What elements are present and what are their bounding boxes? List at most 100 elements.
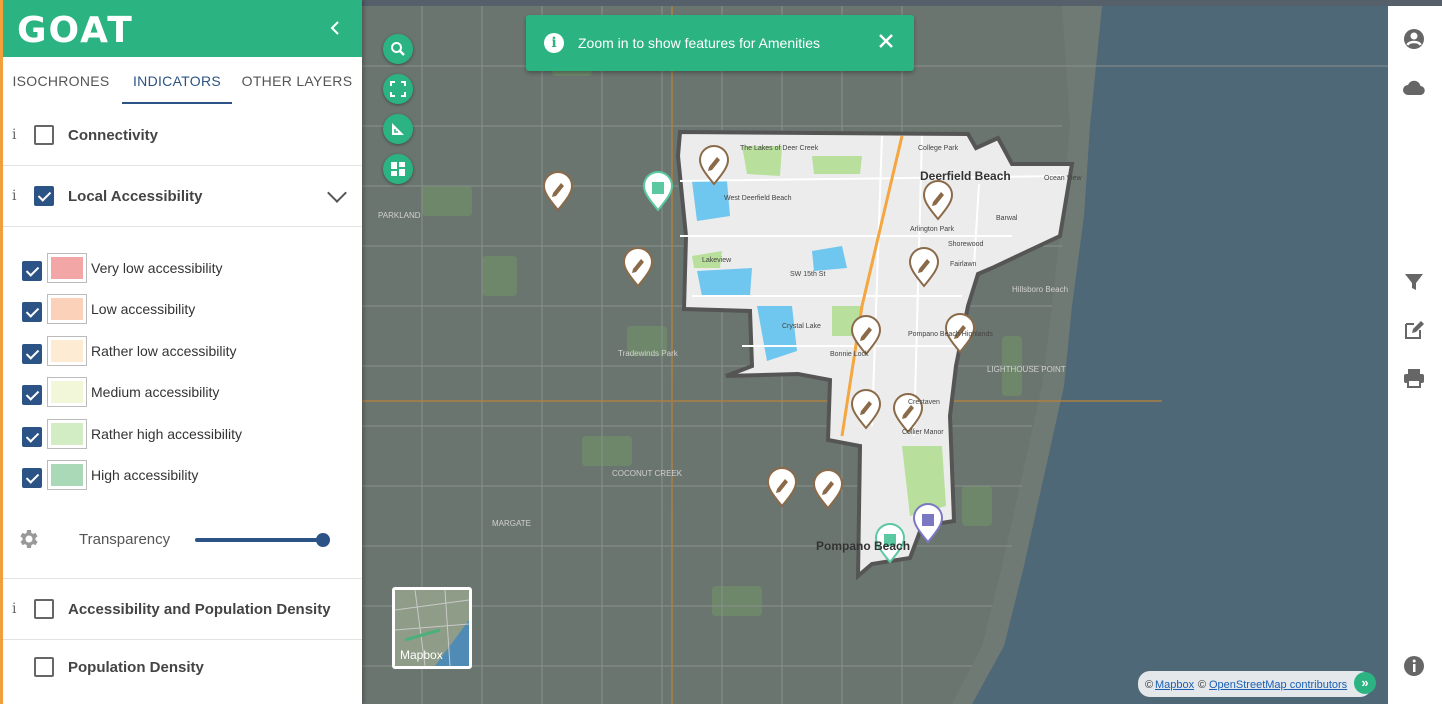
legend-swatch [47,294,87,324]
mapbox-link[interactable]: Mapbox [1155,679,1194,691]
fullscreen-button[interactable] [383,74,413,104]
layer-label-pop-density: Population Density [68,659,204,676]
fullscreen-icon [390,81,406,97]
svg-text:Bonnie Lock: Bonnie Lock [830,351,869,358]
local-accessibility-checkbox[interactable] [34,186,54,206]
map-label-pompano: Pompano Beach [816,539,910,553]
edit-icon[interactable] [1402,318,1426,342]
info-toast: i Zoom in to show features for Amenities [526,15,914,71]
search-icon [391,42,405,56]
legend-swatch [47,419,87,449]
account-icon[interactable] [1402,27,1426,51]
poi-marker-pencil-icon[interactable] [542,171,574,212]
poi-marker-health-icon[interactable] [642,171,674,212]
svg-text:Lakeview: Lakeview [702,257,732,264]
legend-item: High accessibility [0,460,362,496]
legend-swatch [47,336,87,366]
info-icon[interactable]: i [12,127,16,143]
info-icon[interactable]: i [12,601,16,617]
legend-item: Rather low accessibility [0,336,362,372]
transparency-slider-thumb[interactable] [316,533,330,547]
legend-checkbox[interactable] [22,427,42,447]
map-layers-button[interactable] [383,154,413,184]
tab-bar: ISOCHRONES INDICATORS OTHER LAYERS [0,57,362,105]
svg-text:Tradewinds Park: Tradewinds Park [618,349,679,358]
info-icon[interactable]: i [12,188,16,204]
legend-checkbox[interactable] [22,261,42,281]
svg-text:MARGATE: MARGATE [492,519,531,528]
svg-text:Barwal: Barwal [996,215,1018,222]
poi-marker-pencil-icon[interactable] [812,469,844,510]
legend-swatch [47,460,87,490]
svg-text:Pompano Beach Highlands: Pompano Beach Highlands [908,331,993,338]
map-label-deerfield: Deerfield Beach [920,169,1011,183]
svg-text:The Lakes of Deer Creek: The Lakes of Deer Creek [740,145,819,152]
cloud-icon[interactable] [1402,76,1426,100]
print-icon[interactable] [1402,366,1426,390]
map-graphics: Deerfield Beach Pompano Beach Lakeview C… [362,6,1388,704]
chevron-down-icon[interactable] [327,183,347,203]
filter-icon[interactable] [1402,270,1426,294]
legend-checkbox[interactable] [22,302,42,322]
pop-density-checkbox[interactable] [34,657,54,677]
layer-row-access-pop-density: i Accessibility and Population Density [0,578,362,640]
legend-item: Medium accessibility [0,377,362,413]
legend-label: High accessibility [91,467,199,483]
svg-text:West Deerfield Beach: West Deerfield Beach [724,195,792,202]
svg-text:Ocean View: Ocean View [1044,175,1083,182]
osm-link[interactable]: OpenStreetMap contributors [1209,679,1347,691]
svg-text:College Park: College Park [918,145,959,152]
layer-label-local-accessibility: Local Accessibility [68,188,203,205]
layer-row-local-accessibility: i Local Accessibility [0,166,362,227]
right-toolbar [1388,6,1442,704]
layer-label-connectivity: Connectivity [68,127,159,144]
legend-checkbox[interactable] [22,468,42,488]
transparency-slider-track[interactable] [195,538,323,542]
legend-item: Rather high accessibility [0,419,362,455]
legend-swatch [47,377,87,407]
svg-text:COCONUT CREEK: COCONUT CREEK [612,469,683,478]
gear-icon[interactable] [16,527,40,551]
legend-swatch [47,253,87,283]
sidebar: GOAT ISOCHRONES INDICATORS OTHER LAYERS … [0,0,362,704]
search-button[interactable] [383,34,413,64]
legend-checkbox[interactable] [22,344,42,364]
poi-marker-pencil-icon[interactable] [766,467,798,508]
collapse-sidebar-button[interactable] [324,16,348,40]
svg-text:PARKLAND: PARKLAND [378,211,421,220]
map-canvas[interactable]: Deerfield Beach Pompano Beach Lakeview C… [362,6,1388,704]
svg-text:Collier Manor: Collier Manor [902,429,944,436]
poi-marker-pencil-icon[interactable] [622,247,654,288]
tab-indicators[interactable]: INDICATORS [122,57,232,105]
info-icon[interactable] [1402,654,1426,678]
ruler-icon [392,123,404,135]
close-icon[interactable] [876,31,896,51]
svg-text:LIGHTHOUSE POINT: LIGHTHOUSE POINT [987,365,1066,374]
tab-isochrones[interactable]: ISOCHRONES [0,57,122,105]
info-circle-icon: i [544,33,564,53]
layer-row-pop-density: Population Density [0,639,362,699]
connectivity-checkbox[interactable] [34,125,54,145]
legend-item: Very low accessibility [0,253,362,289]
goat-logo: GOAT [17,10,134,51]
svg-text:SW 15th St: SW 15th St [790,271,825,278]
legend-label: Rather low accessibility [91,343,237,359]
toast-message: Zoom in to show features for Amenities [578,35,820,51]
legend-checkbox[interactable] [22,385,42,405]
basemap-switcher[interactable]: Mapbox [392,587,472,669]
attribution-expand-button[interactable]: » [1354,672,1376,694]
svg-text:Crystal Lake: Crystal Lake [782,323,821,330]
transparency-label: Transparency [79,531,171,548]
chevron-left-icon [330,21,339,35]
legend-item: Low accessibility [0,294,362,330]
measure-button[interactable] [383,114,413,144]
access-pop-density-checkbox[interactable] [34,599,54,619]
layer-row-connectivity: i Connectivity [0,105,362,166]
legend-label: Low accessibility [91,301,196,317]
map-icon [391,162,405,176]
svg-text:Shorewood: Shorewood [948,241,984,248]
tab-other-layers[interactable]: OTHER LAYERS [232,57,362,105]
svg-text:Hillsboro Beach: Hillsboro Beach [1012,285,1068,294]
basemap-label: Mapbox [400,648,443,662]
legend-label: Medium accessibility [91,384,220,400]
